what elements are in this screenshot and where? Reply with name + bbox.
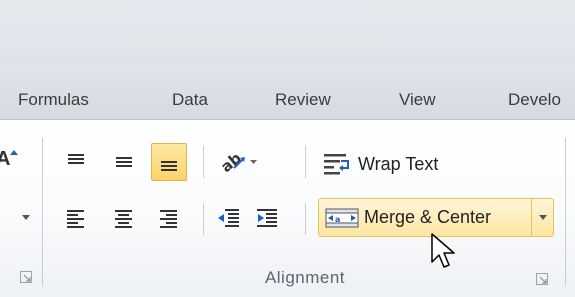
ribbon-tab-strip: Formulas Data Review View Develo [0,76,575,120]
align-left-icon [67,210,84,228]
button-separator [305,203,306,235]
decrease-indent-button[interactable] [214,203,244,233]
button-separator [305,146,306,178]
font-size-partial-glyph[interactable]: A [0,148,10,171]
top-align-button[interactable] [60,146,92,176]
decrease-indent-icon [218,209,239,227]
align-right-icon [160,210,177,228]
group-separator [565,138,566,286]
tab-view[interactable]: View [399,90,436,110]
align-top-icon [68,154,84,164]
merge-center-icon: a [325,208,359,227]
button-separator [203,146,204,178]
tab-review[interactable]: Review [275,90,331,110]
bottom-align-button[interactable] [151,143,187,181]
merge-center-button[interactable]: a Merge & Center [319,199,531,236]
merge-center-label: Merge & Center [364,207,492,227]
text-orientation-icon: ab [218,150,257,172]
align-bottom-icon [161,161,177,171]
increase-indent-button[interactable] [252,203,282,233]
title-bar-area [0,0,575,76]
font-dialog-launcher-icon[interactable] [20,270,32,283]
wrap-text-label: Wrap Text [358,153,439,174]
orientation-button[interactable]: ab [214,146,264,176]
chevron-down-icon[interactable] [22,215,30,221]
button-separator [203,203,204,235]
align-middle-icon [116,157,132,167]
tab-data[interactable]: Data [172,90,208,110]
group-separator [42,138,43,286]
increase-indent-icon [257,209,277,227]
merge-center-dropdown[interactable] [531,199,553,236]
tab-developer[interactable]: Develo [508,90,561,110]
align-left-button[interactable] [60,203,92,233]
mouse-pointer-icon [431,233,455,268]
align-right-button[interactable] [153,203,185,233]
svg-text:a: a [335,215,340,224]
chevron-down-icon [538,214,547,220]
wrap-text-icon [324,154,349,175]
increase-font-arrow-icon [10,150,18,155]
tab-formulas[interactable]: Formulas [18,90,89,110]
wrap-text-button[interactable]: Wrap Text [322,148,438,180]
dialog-launcher-icon[interactable] [536,272,548,285]
middle-align-button[interactable] [108,146,140,176]
alignment-group-label: Alignment [264,268,346,287]
center-button[interactable] [108,203,140,233]
align-center-icon [115,210,132,228]
